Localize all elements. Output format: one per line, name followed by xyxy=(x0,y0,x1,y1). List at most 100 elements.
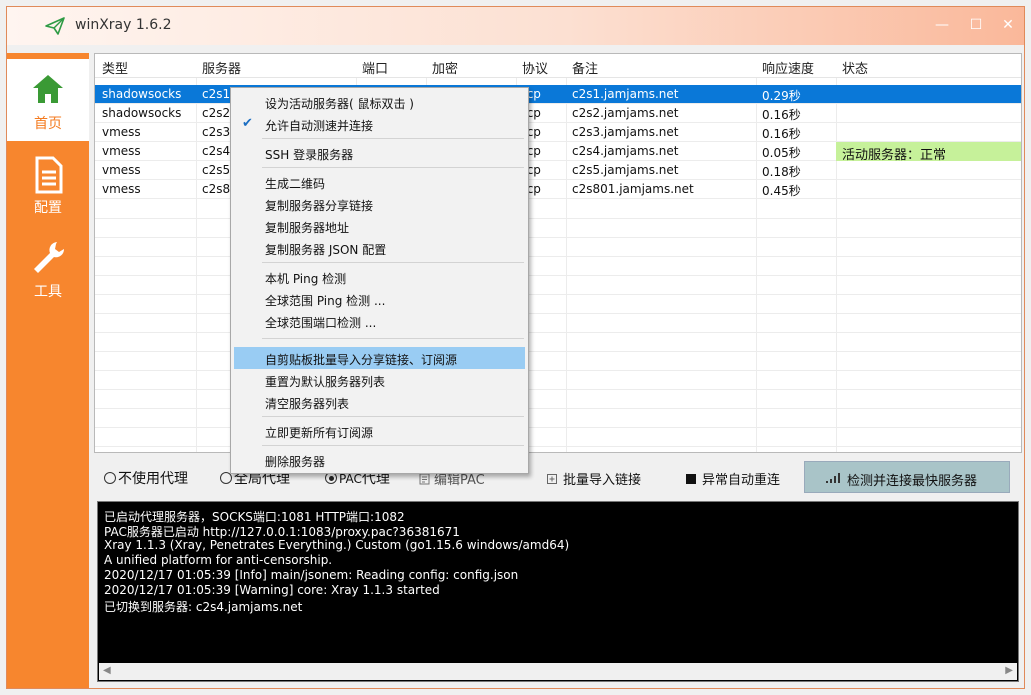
cell-speed: 0.05秒 xyxy=(762,146,801,160)
cell-remark: c2s3.jamjams.net xyxy=(572,125,679,139)
minimize-button[interactable]: — xyxy=(927,12,957,38)
cell-remark: c2s1.jamjams.net xyxy=(572,87,679,101)
menu-item-copy-address[interactable]: 复制服务器地址 xyxy=(234,215,525,237)
sidebar-item-config[interactable]: 配置 xyxy=(7,143,89,225)
menu-item-label: 删除服务器 xyxy=(265,455,326,469)
menu-item-label: 本机 Ping 检测 xyxy=(265,272,347,286)
sidebar: 首页 配置 工具 xyxy=(7,53,89,688)
auto-reconnect-label: 异常自动重连 xyxy=(702,473,781,488)
cell-server: c2s1 xyxy=(202,87,231,101)
cell-type: vmess xyxy=(102,144,141,158)
connect-fastest-button[interactable]: 检测并连接最快服务器 xyxy=(804,461,1010,493)
menu-item-delete-server[interactable]: 删除服务器 xyxy=(234,449,525,471)
pac-proxy-prefix: PAC xyxy=(339,472,362,486)
menu-item-update-subscriptions[interactable]: 立即更新所有订阅源 xyxy=(234,420,525,442)
log-line: Xray 1.1.3 (Xray, Penetrates Everything.… xyxy=(104,538,570,552)
menu-item-set-active[interactable]: 设为活动服务器( 鼠标双击 ) xyxy=(234,91,525,113)
column-header-status[interactable]: 状态 xyxy=(842,58,868,77)
no-proxy-radio[interactable]: 不使用代理 xyxy=(104,468,188,488)
document-icon xyxy=(35,156,63,194)
cell-server: c2s5 xyxy=(202,163,231,177)
menu-separator xyxy=(262,167,524,168)
menu-item-import-clipboard[interactable]: 自剪贴板批量导入分享链接、订阅源 xyxy=(234,347,525,369)
cell-type: vmess xyxy=(102,182,141,196)
import-icon xyxy=(547,474,557,484)
cell-server: c2s4 xyxy=(202,144,231,158)
menu-item-label: 复制服务器地址 xyxy=(265,221,350,235)
column-header-type[interactable]: 类型 xyxy=(102,58,128,77)
cell-type: shadowsocks xyxy=(102,87,182,101)
menu-item-label: 允许自动测速并连接 xyxy=(265,119,374,133)
cell-type: shadowsocks xyxy=(102,106,182,120)
cell-server: c2s2 xyxy=(202,106,231,120)
radio-circle xyxy=(104,472,116,484)
menu-item-auto-speedtest[interactable]: ✔ 允许自动测速并连接 xyxy=(234,113,525,135)
checkmark-icon: ✔ xyxy=(242,116,253,131)
column-header-remark[interactable]: 备注 xyxy=(572,58,598,77)
main-window: winXray 1.6.2 — ☐ ✕ 首页 配置 工具 类型 服务器 端口 加… xyxy=(6,6,1025,689)
column-header-port[interactable]: 端口 xyxy=(362,58,388,77)
log-line: 2020/12/17 01:05:39 [Warning] core: Xray… xyxy=(104,583,440,597)
sidebar-item-label: 配置 xyxy=(34,200,62,216)
menu-separator xyxy=(262,416,524,417)
menu-separator xyxy=(262,338,524,339)
menu-item-qrcode[interactable]: 生成二维码 xyxy=(234,171,525,193)
menu-item-copy-json[interactable]: 复制服务器 JSON 配置 xyxy=(234,237,525,259)
cell-speed: 0.45秒 xyxy=(762,184,801,198)
column-header-server[interactable]: 服务器 xyxy=(202,58,241,77)
menu-item-label: 设为活动服务器( 鼠标双击 ) xyxy=(265,97,414,111)
paper-plane-icon xyxy=(45,17,65,35)
menu-item-copy-share-link[interactable]: 复制服务器分享链接 xyxy=(234,193,525,215)
menu-item-label: 清空服务器列表 xyxy=(265,397,350,411)
menu-item-label: 全球范围端口检测 ... xyxy=(265,316,377,330)
table-header: 类型 服务器 端口 加密 协议 备注 响应速度 状态 xyxy=(95,54,1021,78)
column-header-protocol[interactable]: 协议 xyxy=(522,58,548,77)
cell-type: vmess xyxy=(102,163,141,177)
log-line: 2020/12/17 01:05:39 [Info] main/jsonem: … xyxy=(104,568,519,582)
menu-item-global-port-check[interactable]: 全球范围端口检测 ... xyxy=(234,310,525,332)
column-header-speed[interactable]: 响应速度 xyxy=(762,58,814,77)
cell-remark: c2s5.jamjams.net xyxy=(572,163,679,177)
connect-fastest-label: 检测并连接最快服务器 xyxy=(847,474,978,489)
cell-speed: 0.16秒 xyxy=(762,127,801,141)
wrench-icon xyxy=(34,242,65,273)
menu-item-label: 全球范围 Ping 检测 ... xyxy=(265,294,386,308)
horizontal-scrollbar[interactable]: ◀ ▶ xyxy=(99,663,1017,680)
sidebar-item-label: 工具 xyxy=(34,284,62,300)
log-output[interactable]: 已启动代理服务器，SOCKS端口:1081 HTTP端口:1082 PAC服务器… xyxy=(97,501,1019,682)
menu-separator xyxy=(262,138,524,139)
batch-import-button[interactable]: 批量导入链接 xyxy=(547,469,641,488)
cell-remark: c2s2.jamjams.net xyxy=(572,106,679,120)
column-header-encryption[interactable]: 加密 xyxy=(432,58,458,77)
menu-item-reset-list[interactable]: 重置为默认服务器列表 xyxy=(234,369,525,391)
edit-icon xyxy=(419,473,430,485)
menu-item-local-ping[interactable]: 本机 Ping 检测 xyxy=(234,266,525,288)
scroll-right-icon[interactable]: ▶ xyxy=(1005,665,1013,676)
cell-speed: 0.16秒 xyxy=(762,108,801,122)
menu-item-ssh-login[interactable]: SSH 登录服务器 xyxy=(234,142,525,164)
menu-item-global-ping[interactable]: 全球范围 Ping 检测 ... xyxy=(234,288,525,310)
status-badge: 活动服务器：正常 xyxy=(836,142,1021,163)
menu-item-label: 自剪贴板批量导入分享链接、订阅源 xyxy=(265,353,458,367)
cell-speed: 0.18秒 xyxy=(762,165,801,179)
auto-reconnect-checkbox[interactable]: 异常自动重连 xyxy=(686,469,780,488)
sidebar-item-label: 首页 xyxy=(34,116,62,132)
menu-item-label: 复制服务器分享链接 xyxy=(265,199,374,213)
close-button[interactable]: ✕ xyxy=(993,12,1023,38)
edit-pac-label: 编辑PAC xyxy=(434,473,485,488)
menu-item-label: SSH 登录服务器 xyxy=(265,148,354,162)
signal-bars-icon xyxy=(826,473,840,483)
maximize-button[interactable]: ☐ xyxy=(961,12,991,38)
menu-item-label: 生成二维码 xyxy=(265,177,326,191)
context-menu: 设为活动服务器( 鼠标双击 ) ✔ 允许自动测速并连接 SSH 登录服务器 生成二… xyxy=(230,87,529,474)
batch-import-label: 批量导入链接 xyxy=(563,473,642,488)
sidebar-item-home[interactable]: 首页 xyxy=(7,59,89,141)
checkbox-box xyxy=(686,474,696,484)
menu-separator xyxy=(262,262,524,263)
title-bar[interactable]: winXray 1.6.2 — ☐ ✕ xyxy=(7,7,1024,45)
sidebar-item-tools[interactable]: 工具 xyxy=(7,227,89,309)
scroll-left-icon[interactable]: ◀ xyxy=(103,665,111,676)
menu-item-clear-list[interactable]: 清空服务器列表 xyxy=(234,391,525,413)
no-proxy-label: 不使用代理 xyxy=(118,471,188,487)
log-line: A unified platform for anti-censorship. xyxy=(104,553,333,567)
